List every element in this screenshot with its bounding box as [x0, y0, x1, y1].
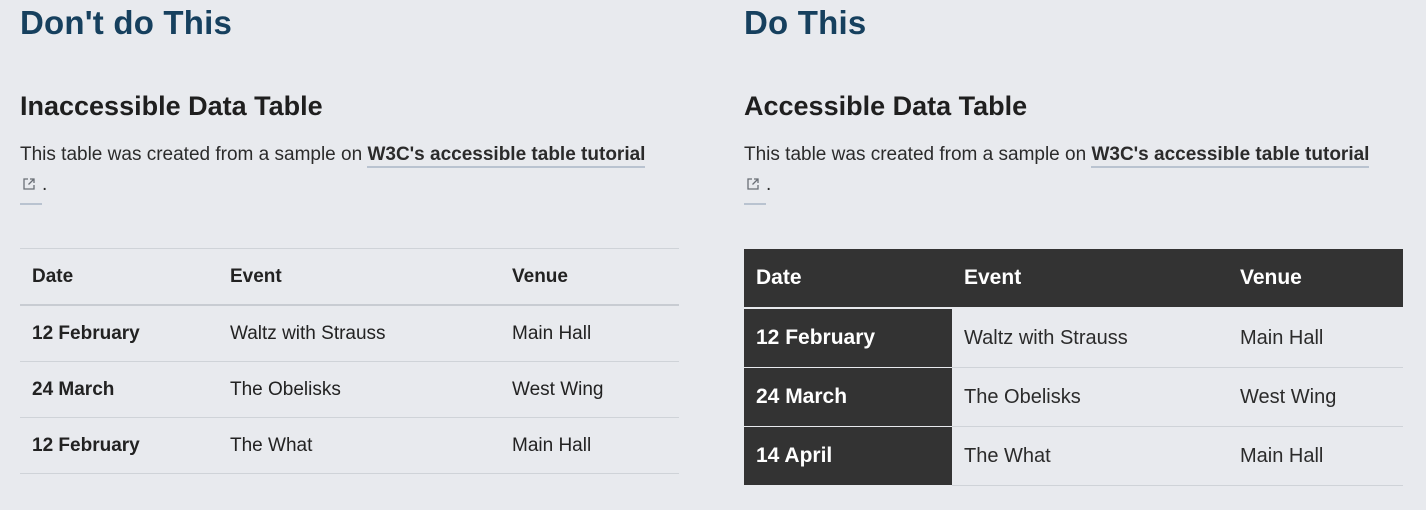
cell-date: 12 February — [20, 417, 218, 474]
external-link-icon — [747, 178, 759, 190]
table-header-row: Date Event Venue — [744, 249, 1403, 309]
table-row: 14 April The What Main Hall — [744, 426, 1403, 486]
table-row: 24 March The Obelisks West Wing — [20, 361, 679, 418]
column-header-date: Date — [744, 249, 952, 309]
table-header-row: Date Event Venue — [20, 248, 679, 306]
row-header-date: 14 April — [744, 426, 952, 486]
cell-date: 24 March — [20, 361, 218, 418]
external-link-wrapper[interactable] — [744, 170, 766, 205]
cell-event: The What — [952, 426, 1228, 486]
column-header-venue: Venue — [500, 248, 679, 306]
intro-paragraph: This table was created from a sample on … — [744, 140, 1404, 205]
cell-event: The Obelisks — [952, 367, 1228, 427]
external-link-wrapper[interactable] — [20, 170, 42, 205]
cell-venue: Main Hall — [500, 304, 679, 362]
column-header-venue: Venue — [1228, 249, 1403, 309]
cell-event: The Obelisks — [218, 361, 500, 418]
inaccessible-data-table: Date Event Venue 12 February Waltz with … — [20, 248, 679, 474]
table-row: 12 February The What Main Hall — [20, 417, 679, 474]
cell-date: 12 February — [20, 304, 218, 362]
row-header-date: 24 March — [744, 367, 952, 427]
section-heading-do: Do This — [744, 4, 867, 41]
cell-event: The What — [218, 417, 500, 474]
table-row: 12 February Waltz with Strauss Main Hall — [20, 304, 679, 362]
paragraph-prefix: This table was created from a sample on — [20, 144, 368, 165]
section-heading-dont: Don't do This — [20, 4, 233, 41]
cell-event: Waltz with Strauss — [218, 304, 500, 362]
subheading-inaccessible-table: Inaccessible Data Table — [20, 91, 323, 121]
cell-venue: Main Hall — [1228, 426, 1403, 486]
paragraph-suffix: . — [766, 174, 772, 195]
table-row: 12 February Waltz with Strauss Main Hall — [744, 308, 1403, 368]
w3c-tutorial-link[interactable]: W3C's accessible table tutorial — [1091, 144, 1370, 168]
subheading-accessible-table: Accessible Data Table — [744, 91, 1028, 121]
column-header-event: Event — [952, 249, 1228, 309]
accessible-data-table: Date Event Venue 12 February Waltz with … — [744, 249, 1403, 486]
cell-venue: West Wing — [1228, 367, 1403, 427]
cell-venue: West Wing — [500, 361, 679, 418]
cell-venue: Main Hall — [500, 417, 679, 474]
cell-event: Waltz with Strauss — [952, 308, 1228, 368]
column-header-event: Event — [218, 248, 500, 306]
paragraph-suffix: . — [42, 174, 48, 195]
cell-venue: Main Hall — [1228, 308, 1403, 368]
w3c-tutorial-link[interactable]: W3C's accessible table tutorial — [367, 144, 646, 168]
row-header-date: 12 February — [744, 308, 952, 368]
table-row: 24 March The Obelisks West Wing — [744, 367, 1403, 427]
external-link-icon — [23, 178, 35, 190]
column-header-date: Date — [20, 248, 218, 306]
intro-paragraph: This table was created from a sample on … — [20, 140, 680, 205]
paragraph-prefix: This table was created from a sample on — [744, 144, 1092, 165]
